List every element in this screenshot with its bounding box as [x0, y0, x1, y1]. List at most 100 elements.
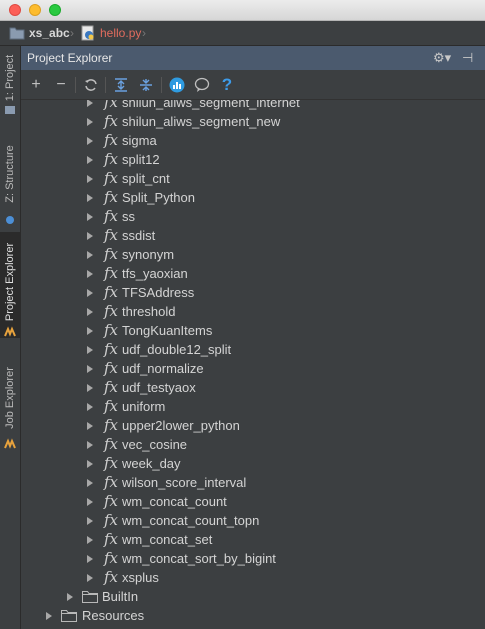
hide-panel-icon[interactable]: ⊣ — [462, 50, 473, 66]
help-icon[interactable]: ? — [217, 75, 237, 95]
expand-arrow-icon[interactable] — [87, 251, 93, 259]
expand-all-icon[interactable] — [111, 75, 131, 95]
expand-arrow-icon[interactable] — [87, 384, 93, 392]
expand-arrow-icon[interactable] — [87, 100, 93, 107]
function-item[interactable]: fx TongKuanItems — [21, 321, 485, 340]
tab-project[interactable]: 1: Project — [0, 46, 20, 114]
folder-icon — [61, 609, 77, 622]
minimize-window-button[interactable] — [29, 4, 41, 16]
function-item[interactable]: fx tfs_yaoxian — [21, 264, 485, 283]
function-item[interactable]: fx uniform — [21, 397, 485, 416]
function-icon: fx — [104, 416, 119, 434]
function-item[interactable]: fx split12 — [21, 150, 485, 169]
expand-arrow-icon[interactable] — [87, 403, 93, 411]
folder-item[interactable]: Resources — [21, 606, 485, 625]
function-label: upper2lower_python — [122, 418, 240, 433]
expand-arrow-icon[interactable] — [87, 289, 93, 297]
toolbar-divider — [161, 77, 162, 93]
folder-label: Resources — [82, 608, 145, 623]
expand-arrow-icon[interactable] — [87, 213, 93, 221]
expand-arrow-icon[interactable] — [87, 441, 93, 449]
expand-arrow-icon[interactable] — [87, 574, 93, 582]
breadcrumb-file[interactable]: hello.py — [80, 25, 141, 41]
collapse-all-icon[interactable] — [136, 75, 156, 95]
refresh-icon[interactable] — [81, 75, 101, 95]
function-icon: fx — [104, 283, 119, 301]
function-item[interactable]: fx shilun_aliws_segment_internet — [21, 100, 485, 112]
function-item[interactable]: fx week_day — [21, 454, 485, 473]
window-titlebar — [0, 0, 485, 21]
folder-icon — [82, 590, 98, 603]
expand-arrow-icon[interactable] — [87, 536, 93, 544]
function-label: vec_cosine — [122, 437, 188, 452]
function-icon: fx — [104, 492, 119, 510]
chat-icon[interactable] — [192, 75, 212, 95]
function-item[interactable]: fx vec_cosine — [21, 435, 485, 454]
tab-job-explorer[interactable]: Job Explorer — [0, 356, 20, 449]
toolbar-divider — [75, 77, 76, 93]
function-label: uniform — [122, 399, 166, 414]
folder-icon — [9, 27, 25, 40]
tab-project-explorer[interactable]: Project Explorer — [0, 232, 20, 338]
function-icon: fx — [104, 473, 119, 491]
tab-structure[interactable]: Z: Structure — [0, 130, 20, 224]
expand-arrow-icon[interactable] — [87, 194, 93, 202]
add-icon[interactable]: + — [26, 75, 46, 95]
function-item[interactable]: fx udf_double12_split — [21, 340, 485, 359]
function-item[interactable]: fx xsplus — [21, 568, 485, 587]
function-item[interactable]: fx udf_testyaox — [21, 378, 485, 397]
expand-arrow-icon[interactable] — [87, 460, 93, 468]
remove-icon[interactable]: − — [51, 75, 71, 95]
function-item[interactable]: fx sigma — [21, 131, 485, 150]
expand-arrow-icon[interactable] — [87, 308, 93, 316]
function-item[interactable]: fx threshold — [21, 302, 485, 321]
expand-arrow-icon[interactable] — [87, 422, 93, 430]
function-icon: fx — [104, 568, 119, 586]
expand-arrow-icon[interactable] — [87, 365, 93, 373]
analytics-icon[interactable] — [167, 75, 187, 95]
function-icon: fx — [104, 302, 119, 320]
function-item[interactable]: fx wm_concat_set — [21, 530, 485, 549]
gear-icon[interactable]: ⚙▾ — [433, 50, 451, 66]
function-label: wilson_score_interval — [122, 475, 247, 490]
expand-arrow-icon[interactable] — [87, 156, 93, 164]
function-icon: fx — [104, 245, 119, 263]
function-item[interactable]: fx wm_concat_count_topn — [21, 511, 485, 530]
panel-title: Project Explorer — [27, 51, 113, 65]
function-item[interactable]: fx wm_concat_count — [21, 492, 485, 511]
expand-arrow-icon[interactable] — [87, 346, 93, 354]
breadcrumb-project-label: xs_abc — [29, 26, 70, 40]
expand-arrow-icon[interactable] — [87, 175, 93, 183]
close-window-button[interactable] — [9, 4, 21, 16]
function-item[interactable]: fx split_cnt — [21, 169, 485, 188]
expand-arrow-icon[interactable] — [87, 479, 93, 487]
expand-arrow-icon[interactable] — [46, 612, 52, 620]
function-item[interactable]: fx wm_concat_sort_by_bigint — [21, 549, 485, 568]
function-item[interactable]: fx TFSAddress — [21, 283, 485, 302]
function-label: TFSAddress — [122, 285, 195, 300]
function-item[interactable]: fx udf_normalize — [21, 359, 485, 378]
expand-arrow-icon[interactable] — [87, 517, 93, 525]
expand-arrow-icon[interactable] — [87, 137, 93, 145]
breadcrumb-project[interactable]: xs_abc — [9, 25, 70, 41]
expand-arrow-icon[interactable] — [87, 498, 93, 506]
function-item[interactable]: fx synonym — [21, 245, 485, 264]
expand-arrow-icon[interactable] — [87, 118, 93, 126]
function-item[interactable]: fx upper2lower_python — [21, 416, 485, 435]
expand-arrow-icon[interactable] — [67, 593, 73, 601]
function-item[interactable]: fx ssdist — [21, 226, 485, 245]
function-item[interactable]: fx shilun_aliws_segment_new — [21, 112, 485, 131]
expand-arrow-icon[interactable] — [87, 327, 93, 335]
folder-item[interactable]: BuiltIn — [21, 587, 485, 606]
tool-window-strip: 1: Project Z: Structure Project Explorer… — [0, 46, 21, 629]
function-icon: fx — [104, 264, 119, 282]
expand-arrow-icon[interactable] — [87, 232, 93, 240]
function-item[interactable]: fx Split_Python — [21, 188, 485, 207]
function-label: sigma — [122, 133, 157, 148]
expand-arrow-icon[interactable] — [87, 555, 93, 563]
function-icon: fx — [104, 207, 119, 225]
maximize-window-button[interactable] — [49, 4, 61, 16]
expand-arrow-icon[interactable] — [87, 270, 93, 278]
function-item[interactable]: fx ss — [21, 207, 485, 226]
function-item[interactable]: fx wilson_score_interval — [21, 473, 485, 492]
